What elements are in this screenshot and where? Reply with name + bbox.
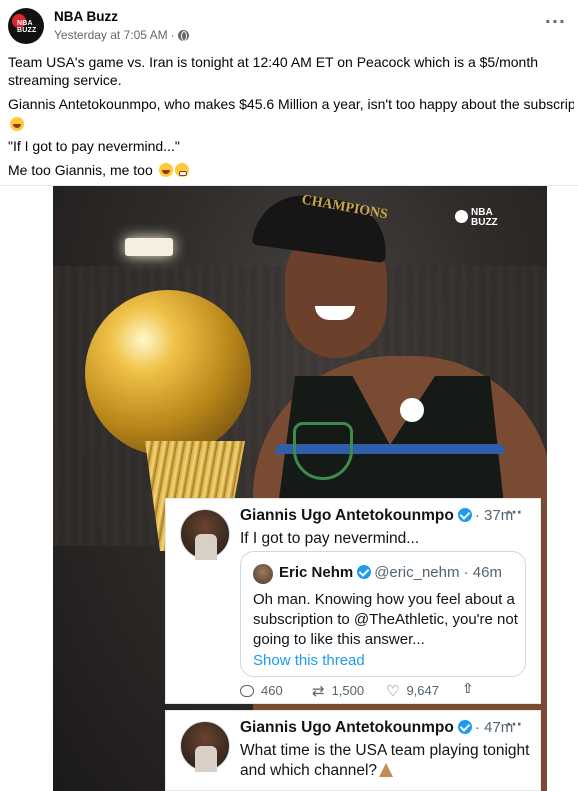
tweet-actions: 460 ⇄ 1,500 ♡ 9,647 ⇧ — [240, 681, 500, 699]
post-paragraph-2: Giannis Antetokounmpo, who makes $45.6 M… — [8, 95, 574, 113]
watermark-line2: BUZZ — [471, 217, 498, 228]
post-paragraph-3: "If I got to pay nevermind..." — [8, 138, 180, 154]
post-paragraph-4: Me too Giannis, me too — [8, 161, 574, 179]
page-avatar[interactable]: NBA BUZZ — [8, 8, 44, 44]
post-paragraph-2-text: Giannis Antetokounmpo, who makes $45.6 M… — [8, 96, 574, 112]
post-timestamp[interactable]: Yesterday at 7:05 AM — [54, 28, 168, 42]
heart-icon: ♡ — [386, 681, 400, 700]
laughing-emoji-icon — [158, 163, 173, 177]
tweet-more-icon: ··· — [506, 505, 522, 521]
avatar-logo-line1: NBA — [17, 20, 33, 27]
like-count: 9,647 — [406, 683, 439, 698]
quoted-text: Oh man. Knowing how you feel about a sub… — [253, 591, 518, 648]
ceiling-light — [125, 238, 173, 256]
tweet-avatar — [180, 509, 230, 560]
share-icon: ⇧ — [462, 681, 474, 697]
tweet-author-name: Giannis Ugo Antetokounmpo — [240, 507, 454, 524]
tweet-more-icon: ··· — [506, 717, 522, 733]
tweet-author-name: Giannis Ugo Antetokounmpo — [240, 719, 454, 736]
post-photo[interactable]: NBA BUZZ CHAMPIONS Giannis Ugo Antetokou… — [53, 186, 547, 791]
bucks-logo-icon — [293, 422, 353, 480]
verified-badge-icon — [357, 565, 372, 579]
post-meta: Yesterday at 7:05 AM · — [54, 28, 189, 42]
tweet-author: Giannis Ugo Antetokounmpo · 47m — [240, 719, 513, 737]
quoted-tweet: Eric Nehm @eric_nehm · 46m Oh man. Knowin… — [240, 551, 526, 677]
praying-hands-emoji-icon — [379, 763, 394, 777]
globe-icon[interactable] — [177, 29, 189, 41]
page-name[interactable]: NBA Buzz — [54, 9, 118, 24]
post-paragraph-1: Team USA's game vs. Iran is tonight at 1… — [8, 54, 539, 88]
share-action: ⇧ — [462, 681, 474, 697]
post-text: Team USA's game vs. Iran is tonight at 1… — [8, 53, 574, 185]
retweet-count: 1,500 — [331, 683, 365, 698]
grimacing-emoji-icon — [174, 163, 189, 177]
tweet-text: What time is the USA team playing tonigh… — [240, 741, 536, 781]
quoted-handle: @eric_nehm · 46m — [374, 564, 502, 581]
post-header: NBA BUZZ NBA Buzz Yesterday at 7:05 AM ·… — [8, 8, 570, 48]
sponsor-logo-icon — [400, 398, 424, 422]
reply-count: 460 — [261, 683, 283, 698]
tweet-card-2: Giannis Ugo Antetokounmpo · 47m ··· What … — [165, 710, 541, 791]
trophy-ball — [85, 290, 251, 456]
reply-action: 460 — [240, 683, 283, 698]
tweet-author: Giannis Ugo Antetokounmpo · 37m — [240, 507, 513, 525]
post-options-icon[interactable]: ··· — [545, 12, 566, 31]
post-paragraph-4-text: Me too Giannis, me too — [8, 162, 153, 178]
like-action: ♡ 9,647 — [386, 683, 439, 698]
verified-badge-icon — [457, 508, 472, 522]
post-emoji-line — [8, 115, 574, 133]
verified-badge-icon — [457, 720, 472, 734]
meta-separator: · — [170, 28, 175, 42]
avatar-logo-text: NBA BUZZ — [17, 20, 36, 34]
watermark-ball-icon — [455, 210, 468, 223]
tweet-avatar — [180, 721, 230, 772]
avatar-logo-line2: BUZZ — [17, 27, 37, 34]
retweet-action: ⇄ 1,500 — [312, 683, 364, 698]
tweet-card-1: Giannis Ugo Antetokounmpo · 37m ··· If I … — [165, 498, 541, 704]
post-image-container[interactable]: NBA BUZZ CHAMPIONS Giannis Ugo Antetokou… — [0, 186, 578, 791]
laughing-emoji-icon — [10, 117, 24, 131]
quoted-author-name: Eric Nehm — [279, 564, 354, 581]
quoted-author: Eric Nehm @eric_nehm · 46m — [279, 564, 502, 581]
show-thread-link: Show this thread — [253, 652, 365, 669]
reply-icon — [240, 684, 254, 697]
nba-buzz-watermark: NBA BUZZ — [455, 208, 498, 228]
retweet-icon: ⇄ — [312, 681, 325, 700]
tweet-text: If I got to pay nevermind... — [240, 530, 420, 547]
quoted-avatar — [253, 564, 273, 584]
